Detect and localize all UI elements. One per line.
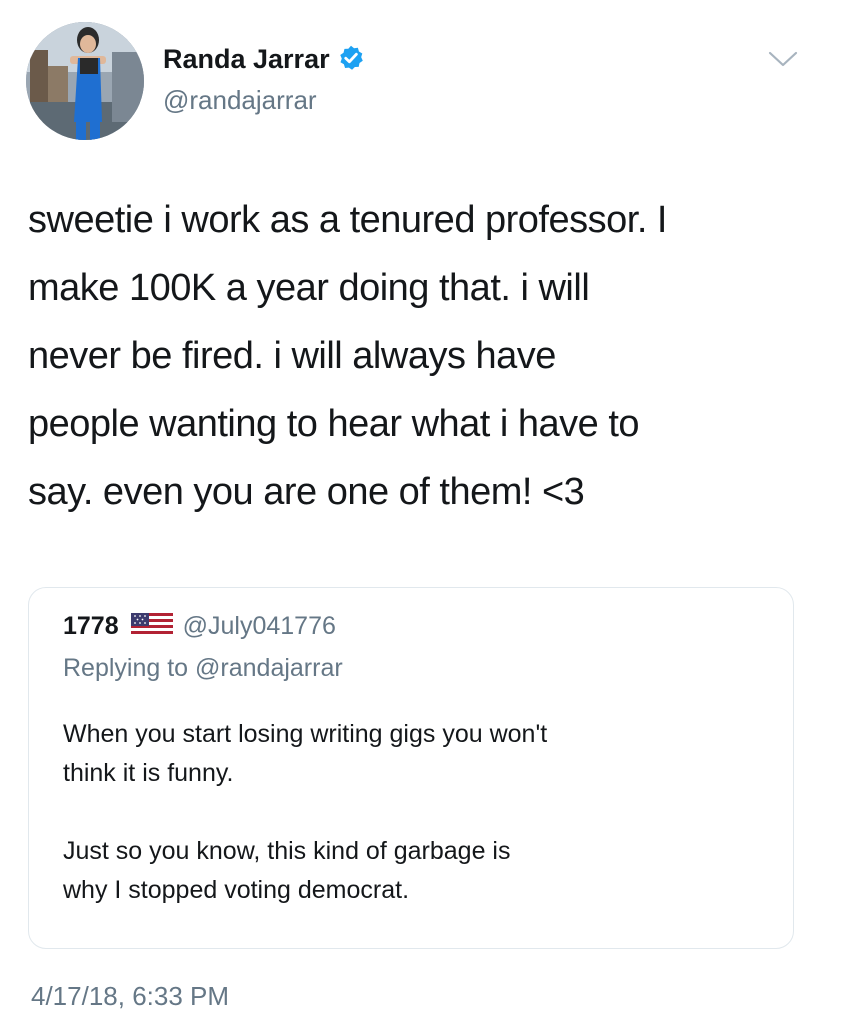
tweet-timestamp[interactable]: 4/17/18, 6:33 PM: [31, 980, 229, 1012]
author-display-name[interactable]: Randa Jarrar: [163, 42, 365, 76]
author-name-text: Randa Jarrar: [163, 44, 330, 74]
chevron-down-icon[interactable]: [766, 48, 800, 70]
verified-badge-icon: [339, 45, 363, 70]
us-flag-icon: [130, 613, 173, 637]
quoted-tweet-body: When you start losing writing gigs you w…: [63, 715, 763, 910]
quoted-tweet-header: 1778 @July041776: [63, 610, 336, 646]
replying-to-prefix: Replying to: [63, 654, 196, 682]
quoted-paragraph: Just so you know, this kind of garbage i…: [63, 837, 511, 904]
tweet-header: Randa Jarrar @randajarrar: [0, 0, 866, 150]
quoted-tweet-card[interactable]: 1778 @July041776 Replying to @randajarra…: [28, 587, 794, 949]
tweet-text: sweetie i work as a tenured professor. I…: [28, 199, 668, 513]
quoted-paragraph: When you start losing writing gigs you w…: [63, 720, 548, 787]
author-avatar[interactable]: [26, 22, 144, 140]
replying-to-line: Replying to @randajarrar: [63, 652, 343, 684]
replying-to-handle-link[interactable]: @randajarrar: [195, 654, 343, 682]
author-handle[interactable]: @randajarrar: [163, 84, 317, 116]
quoted-author-name[interactable]: 1778: [63, 612, 119, 640]
quoted-author-handle[interactable]: @July041776: [183, 612, 336, 640]
avatar-photo: [26, 22, 144, 140]
